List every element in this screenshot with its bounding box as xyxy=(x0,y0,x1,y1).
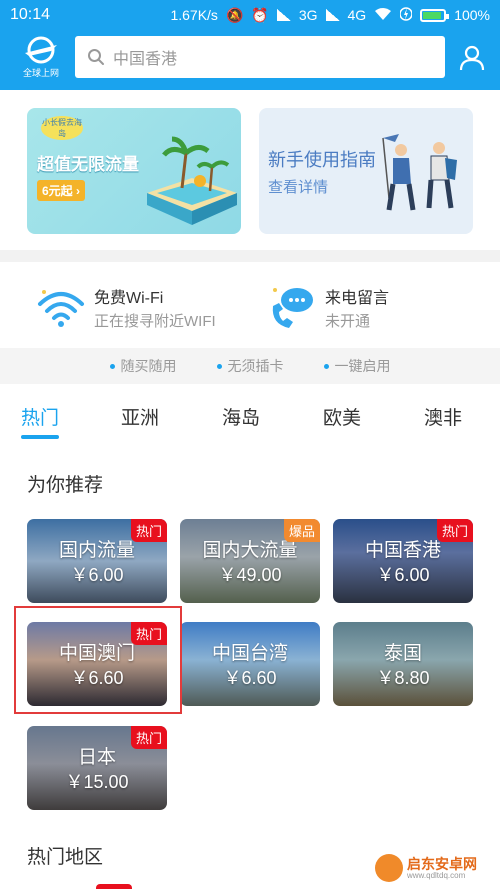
product-card[interactable]: 泰国 ￥8.80 xyxy=(333,622,473,706)
tab-europe-america[interactable]: 欧美 xyxy=(323,403,361,430)
status-indicators: 1.67K/s 🔕 ⏰ 3G 4G 100% xyxy=(170,6,490,25)
battery-level: 100% xyxy=(454,7,490,23)
recommend-title: 为你推荐 xyxy=(27,475,104,496)
signal-icon xyxy=(276,9,291,21)
network-speed: 1.67K/s xyxy=(170,7,218,23)
wifi-status-icon xyxy=(374,7,392,24)
product-card[interactable]: 日本 ￥15.00 热门 xyxy=(27,726,167,810)
promo-banner[interactable]: 小长假去海岛 超值无限流量 6元起 › xyxy=(27,108,241,234)
logo-text: 全球上网 xyxy=(22,68,59,78)
alarm-icon: ⏰ xyxy=(251,6,269,23)
network-type: 3G xyxy=(298,7,318,23)
free-wifi-entry[interactable]: 免费Wi-Fi 正在搜寻附近WIFI xyxy=(36,284,256,330)
status-time: 10:14 xyxy=(10,6,51,23)
card-price: ￥6.60 xyxy=(223,668,277,688)
watermark-text-block: 启东安卓网 www.qdltdq.com xyxy=(407,857,477,880)
user-icon xyxy=(459,45,485,71)
top-bar: 10:14 1.67K/s 🔕 ⏰ 3G 4G 100% 全球上网 中国香港 xyxy=(0,0,500,90)
signal-icon-2 xyxy=(325,9,340,21)
card-price: ￥15.00 xyxy=(65,772,129,792)
guide-title: 新手使用指南 xyxy=(268,150,376,170)
benefit-label: 随买随用 xyxy=(120,358,177,374)
hikers-illustration xyxy=(382,134,457,211)
promo-title: 超值无限流量 xyxy=(37,155,139,174)
hot-badge: 热门 xyxy=(130,726,167,749)
hot-badge: 热门 xyxy=(130,519,167,542)
guide-link: 查看详情 xyxy=(268,179,329,196)
product-card[interactable]: 中国香港 ￥6.00 热门 xyxy=(333,519,473,603)
search-placeholder: 中国香港 xyxy=(113,51,178,68)
card-price: ￥49.00 xyxy=(218,565,282,585)
watermark: 启东安卓网 www.qdltdq.com xyxy=(375,850,495,886)
tab-island[interactable]: 海岛 xyxy=(222,403,260,430)
section-divider xyxy=(0,250,500,262)
tab-asia[interactable]: 亚洲 xyxy=(121,403,159,430)
network-type-2: 4G xyxy=(347,7,367,23)
tab-hot[interactable]: 热门 xyxy=(21,403,59,430)
voicemail-status: 未开通 xyxy=(325,313,371,330)
wifi-icon xyxy=(38,290,84,327)
feature-row: 免费Wi-Fi 正在搜寻附近WIFI 来电留言 未开通 xyxy=(0,262,500,348)
region-tabs: 热门 亚洲 海岛 欧美 澳非 xyxy=(0,395,500,445)
product-card[interactable]: 国内大流量 ￥49.00 爆品 xyxy=(180,519,320,603)
charging-icon xyxy=(399,6,413,25)
highlight-box xyxy=(14,606,182,714)
tab-oceania-africa[interactable]: 澳非 xyxy=(424,403,462,430)
card-name: 中国台湾 xyxy=(211,643,288,664)
guide-banner[interactable]: 新手使用指南 查看详情 xyxy=(259,108,473,234)
card-price: ￥6.00 xyxy=(376,565,430,585)
watermark-text: 启东安卓网 xyxy=(407,855,477,872)
search-input[interactable]: 中国香港 xyxy=(75,36,445,78)
partial-badge xyxy=(96,884,132,889)
boom-badge: 爆品 xyxy=(283,519,320,542)
benefit-label: 一键启用 xyxy=(334,358,391,374)
mute-icon: 🔕 xyxy=(225,6,244,23)
watermark-url: www.qdltdq.com xyxy=(407,870,466,880)
bullet-icon xyxy=(216,363,222,369)
benefit-item: 无须插卡 xyxy=(216,356,284,376)
voicemail-icon xyxy=(272,288,313,328)
app-logo[interactable]: 全球上网 xyxy=(16,35,66,79)
search-icon xyxy=(88,49,104,65)
product-card[interactable]: 中国台湾 ￥6.60 xyxy=(180,622,320,706)
voicemail-title: 来电留言 xyxy=(325,290,390,307)
benefit-label: 无须插卡 xyxy=(227,358,284,374)
voicemail-entry[interactable]: 来电留言 未开通 xyxy=(267,284,487,330)
promo-tag: 小长假去海岛 xyxy=(41,116,83,140)
promo-price: 6元起 › xyxy=(37,180,86,201)
bullet-icon xyxy=(323,363,329,369)
user-button[interactable] xyxy=(458,44,486,72)
active-tab-indicator xyxy=(21,435,59,439)
hot-regions-title: 热门地区 xyxy=(27,847,104,868)
card-name: 泰国 xyxy=(383,643,422,664)
card-price: ￥6.00 xyxy=(70,565,124,585)
watermark-logo-icon xyxy=(375,854,403,882)
free-wifi-status: 正在搜寻附近WIFI xyxy=(94,313,216,330)
status-bar: 10:14 1.67K/s 🔕 ⏰ 3G 4G 100% xyxy=(0,0,500,30)
benefits-bar: 随买随用 无须插卡 一键启用 xyxy=(0,348,500,384)
app-bar: 全球上网 中国香港 xyxy=(0,30,500,86)
free-wifi-title: 免费Wi-Fi xyxy=(94,290,164,307)
airplane-logo-icon xyxy=(25,36,57,64)
banner-row: 小长假去海岛 超值无限流量 6元起 › 新手使用指南 查看详情 xyxy=(0,90,500,250)
hot-badge: 热门 xyxy=(436,519,473,542)
island-illustration xyxy=(147,136,237,225)
bullet-icon xyxy=(109,363,115,369)
benefit-item: 随买随用 xyxy=(109,356,177,376)
battery-icon xyxy=(420,8,450,22)
product-card[interactable]: 国内流量 ￥6.00 热门 xyxy=(27,519,167,603)
benefit-item: 一键启用 xyxy=(323,356,391,376)
card-price: ￥8.80 xyxy=(376,668,430,688)
